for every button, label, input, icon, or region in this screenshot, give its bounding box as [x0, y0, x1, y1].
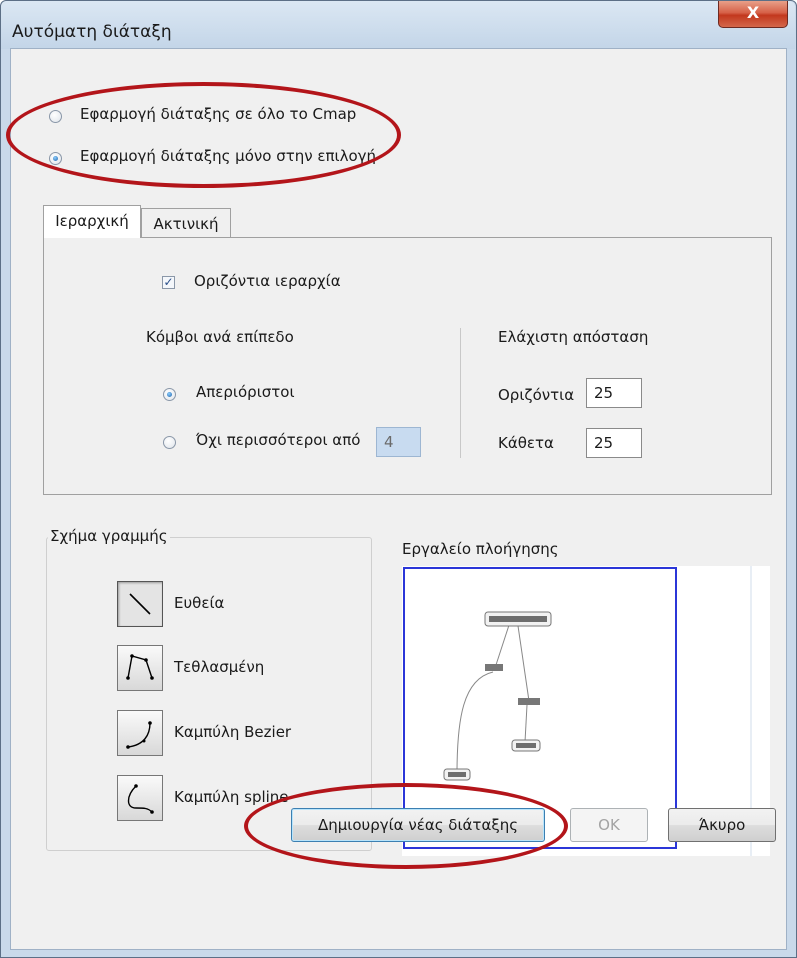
- horizontal-distance-label: Οριζόντια: [498, 386, 575, 404]
- vertical-distance-label: Κάθετα: [498, 434, 554, 452]
- radio-unlimited[interactable]: [163, 388, 176, 401]
- radio-no-more-than-label[interactable]: Όχι περισσότεροι από: [196, 431, 360, 449]
- bezier-curve-icon: [126, 721, 152, 749]
- spline-curve-icon: [127, 784, 154, 814]
- polyline-button[interactable]: [117, 645, 163, 691]
- polyline-label[interactable]: Τεθλασμένη: [174, 658, 264, 676]
- tab-radial[interactable]: Ακτινική: [141, 208, 231, 239]
- radio-no-more-than[interactable]: [163, 436, 176, 449]
- vertical-distance-input[interactable]: 25: [586, 428, 642, 458]
- polyline-icon: [126, 654, 154, 680]
- annotation-ellipse-scope: [6, 82, 401, 188]
- bezier-curve-button[interactable]: [117, 710, 163, 756]
- spline-curve-button[interactable]: [117, 775, 163, 821]
- tab-hierarchical[interactable]: Ιεραρχική: [43, 205, 141, 238]
- close-button[interactable]: X: [718, 1, 788, 28]
- ok-button[interactable]: OK: [570, 808, 648, 842]
- window-title: Αυτόματη διάταξη: [12, 22, 172, 42]
- nodes-per-level-heading: Κόμβοι ανά επίπεδο: [146, 328, 294, 346]
- horizontal-hierarchy-label[interactable]: Οριζόντια ιεραρχία: [194, 272, 341, 290]
- section-divider: [460, 328, 461, 458]
- min-distance-heading: Ελάχιστη απόσταση: [498, 328, 649, 346]
- annotation-ellipse-create-button: [244, 783, 568, 869]
- line-shape-title: Σχήμα γραμμής: [48, 527, 170, 545]
- straight-line-button[interactable]: [117, 581, 163, 627]
- close-icon: X: [746, 3, 760, 22]
- max-nodes-input[interactable]: 4: [376, 427, 421, 457]
- straight-line-icon: [129, 593, 151, 615]
- straight-line-label[interactable]: Ευθεία: [174, 594, 224, 612]
- radio-unlimited-label[interactable]: Απεριόριστοι: [196, 383, 295, 401]
- horizontal-distance-input[interactable]: 25: [586, 378, 642, 408]
- navigator-title: Εργαλείο πλοήγησης: [402, 540, 559, 558]
- horizontal-hierarchy-checkbox[interactable]: ✓: [162, 276, 175, 289]
- bezier-curve-label[interactable]: Καμπύλη Bezier: [174, 723, 291, 741]
- cancel-button[interactable]: Άκυρο: [668, 808, 776, 842]
